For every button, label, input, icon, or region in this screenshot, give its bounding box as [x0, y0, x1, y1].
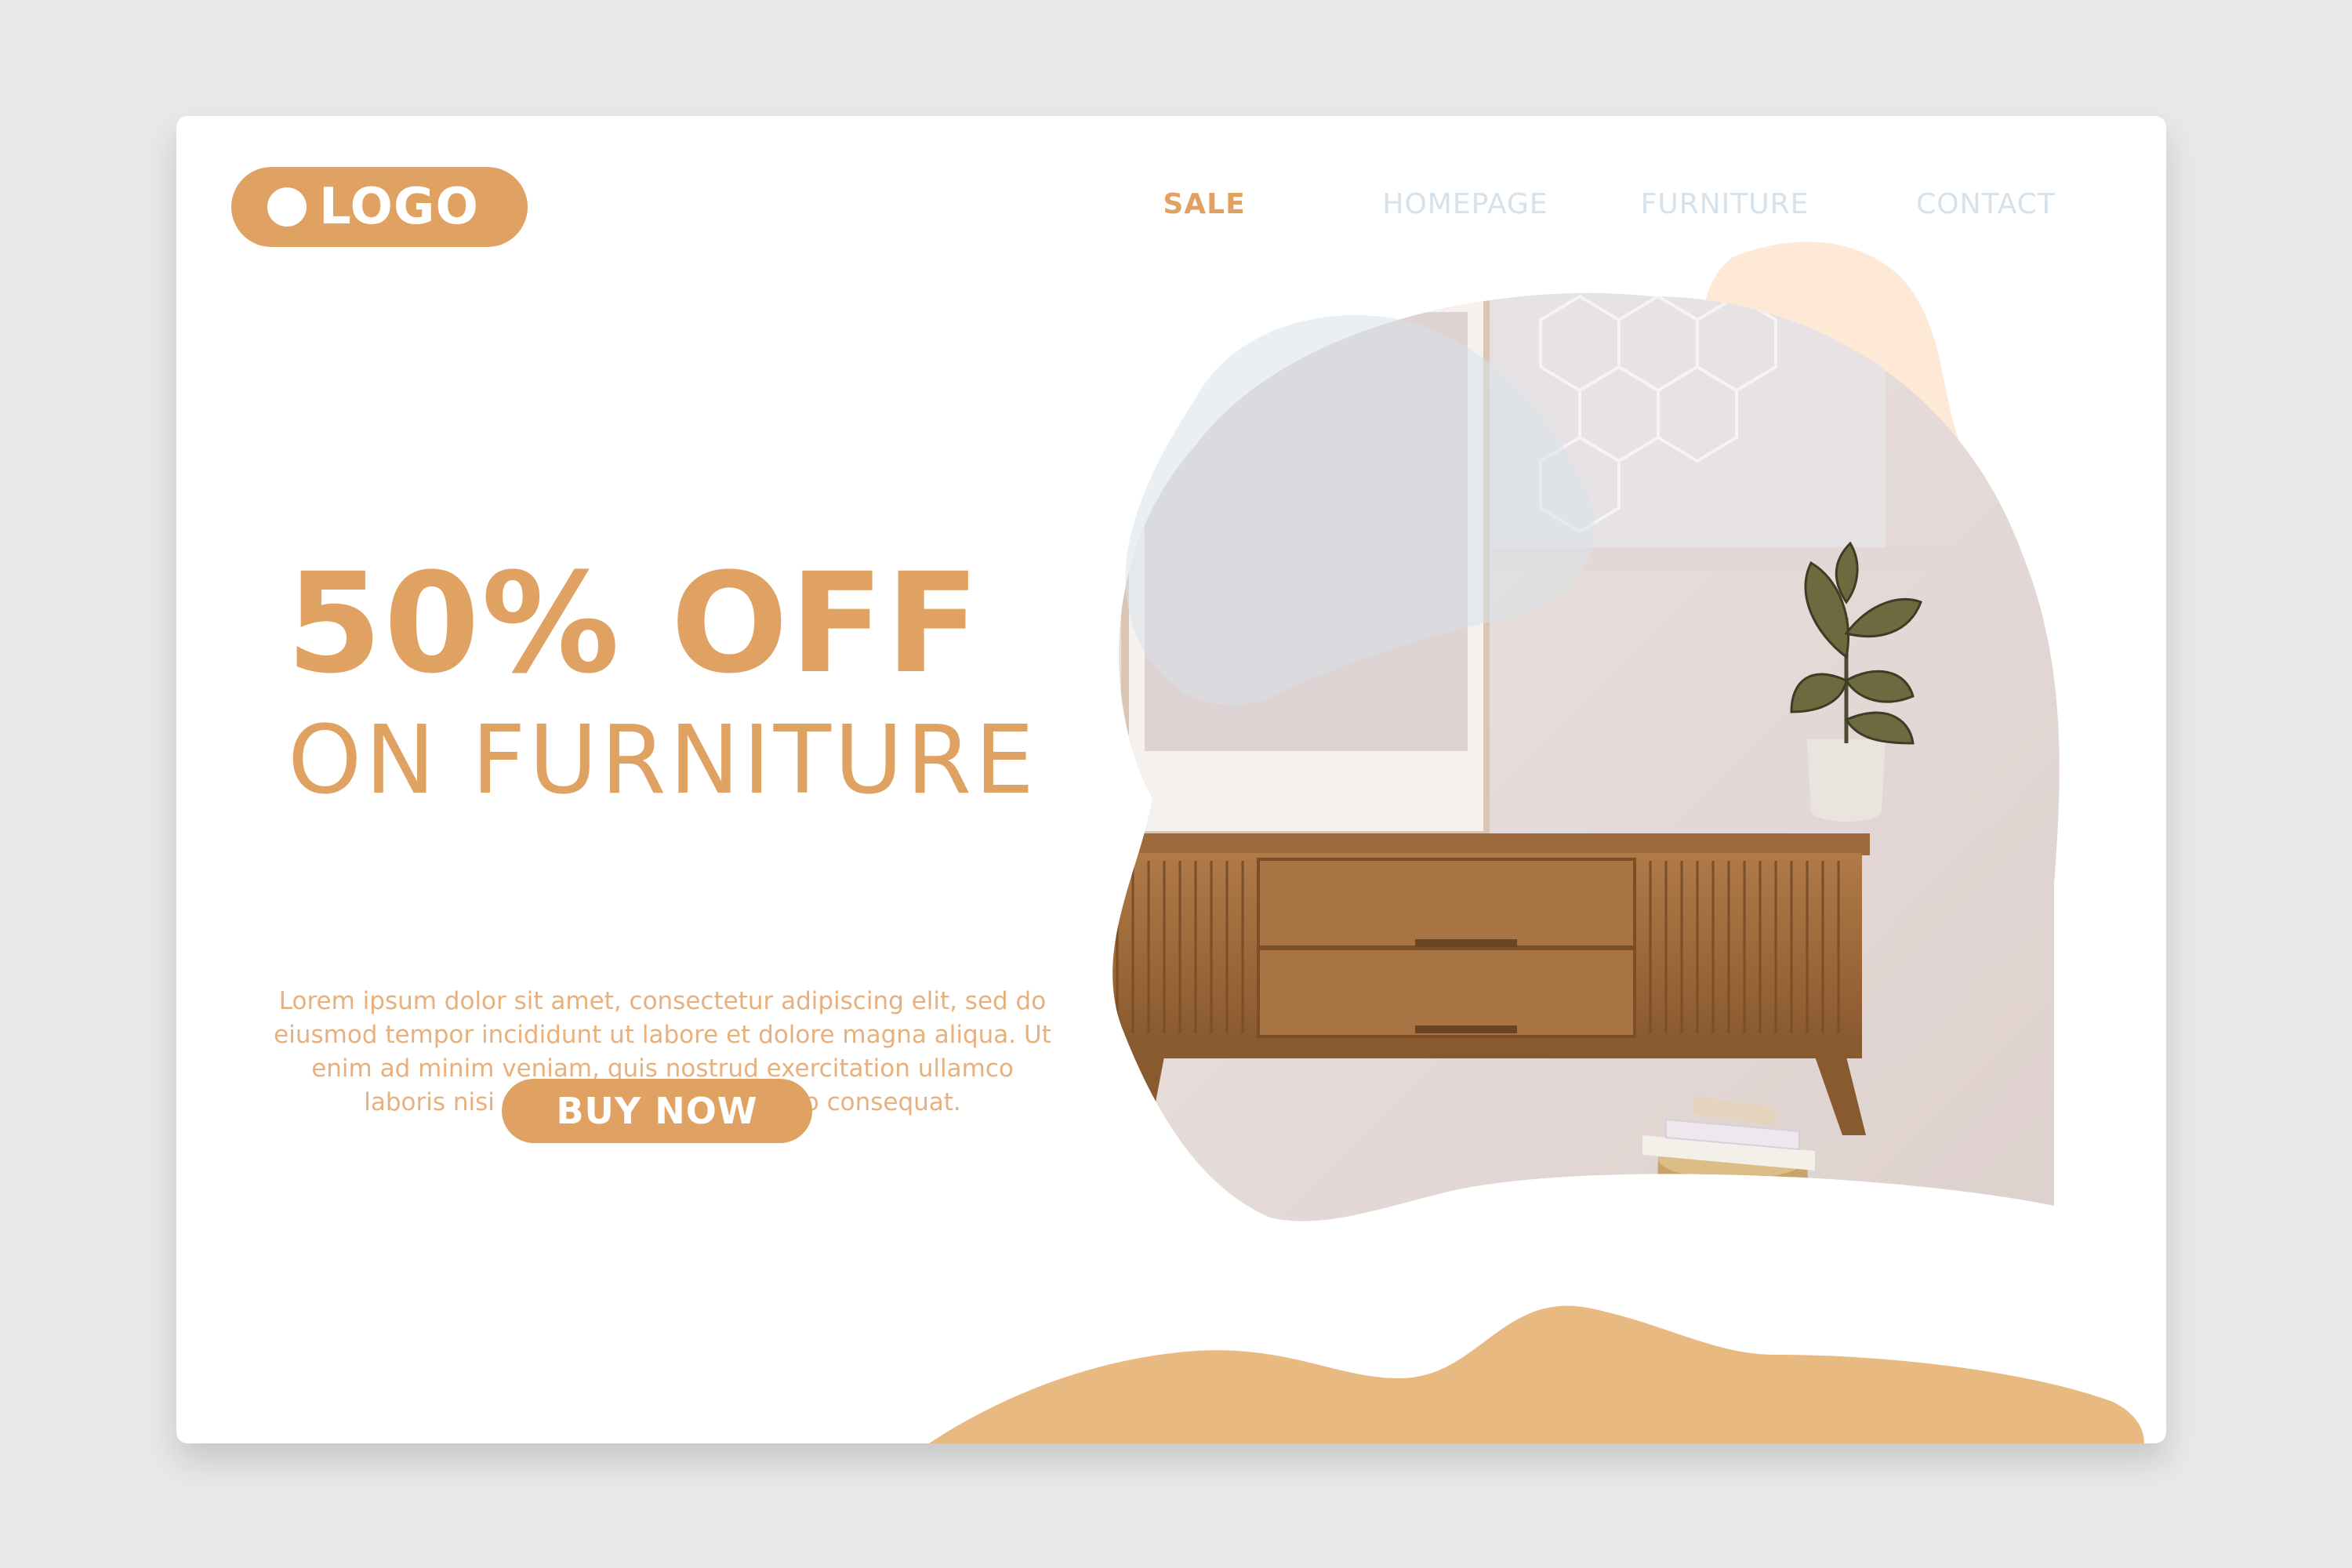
- accent-blob-bottom: [929, 1305, 2144, 1443]
- buy-now-button[interactable]: BUY NOW: [502, 1079, 812, 1143]
- nav-item-homepage[interactable]: HOMEPAGE: [1382, 188, 1548, 220]
- nav-item-furniture[interactable]: FURNITURE: [1641, 188, 1809, 220]
- hero-subheadline: ON FURNITURE: [288, 706, 1038, 815]
- nav-item-sale[interactable]: SALE: [1163, 188, 1245, 220]
- main-nav: SALE HOMEPAGE FURNITURE CONTACT: [176, 188, 2166, 227]
- landing-card: LOGO SALE HOMEPAGE FURNITURE CONTACT 50%…: [176, 116, 2166, 1443]
- hero-headline: 50% OFF: [286, 543, 982, 704]
- nav-item-contact[interactable]: CONTACT: [1916, 188, 2056, 220]
